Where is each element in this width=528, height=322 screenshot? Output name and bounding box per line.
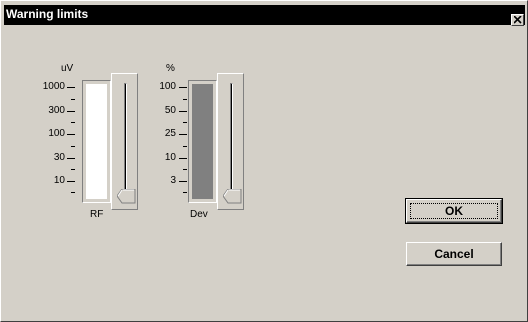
title-bar: Warning limits: [4, 5, 525, 25]
rf-caption: RF: [90, 209, 104, 220]
rf-major-tick: [67, 87, 75, 88]
rf-tick-label: 100: [48, 128, 65, 139]
rf-major-tick: [67, 111, 75, 112]
rf-major-tick: [67, 158, 75, 159]
rf-minor-tick: [71, 146, 75, 147]
rf-minor-tick: [71, 122, 75, 123]
dev-slider-thumb[interactable]: [223, 189, 242, 204]
dev-level-fill: [190, 82, 215, 201]
dev-minor-tick: [183, 99, 187, 100]
dev-unit-label: %: [166, 63, 175, 74]
rf-level-fill: [84, 82, 109, 201]
dev-limit-slider[interactable]: [217, 73, 244, 210]
rf-tick-label: 30: [53, 152, 65, 163]
dev-minor-tick: [183, 192, 187, 193]
dev-major-tick: [179, 111, 187, 112]
dev-tick-label: 10: [164, 152, 176, 163]
rf-minor-tick: [71, 99, 75, 100]
rf-slider-track: [124, 83, 127, 203]
rf-tick-label: 300: [48, 105, 65, 116]
ok-button-label: OK: [445, 204, 463, 218]
window-title: Warning limits: [6, 7, 89, 21]
warning-limits-dialog: Warning limits uV 1000 300 100 30 10 RF …: [0, 0, 528, 322]
cancel-button[interactable]: Cancel: [406, 242, 502, 266]
rf-limit-slider[interactable]: [111, 73, 138, 210]
dev-major-tick: [179, 181, 187, 182]
dev-major-tick: [179, 158, 187, 159]
rf-major-tick: [67, 134, 75, 135]
close-icon: [514, 16, 522, 24]
dev-major-tick: [179, 87, 187, 88]
dev-tick-label: 50: [164, 105, 176, 116]
rf-major-tick: [67, 181, 75, 182]
rf-minor-tick: [71, 192, 75, 193]
dev-caption: Dev: [190, 209, 208, 220]
dev-level-bar: [188, 80, 217, 203]
rf-tick-label: 10: [53, 175, 65, 186]
dev-minor-tick: [183, 122, 187, 123]
dev-minor-tick: [183, 146, 187, 147]
dev-major-tick: [179, 134, 187, 135]
rf-slider-thumb[interactable]: [117, 189, 136, 204]
dev-tick-label: 3: [170, 175, 176, 186]
dev-tick-label: 100: [159, 81, 176, 92]
dev-slider-track: [230, 83, 233, 203]
ok-button[interactable]: OK: [405, 198, 503, 224]
close-button[interactable]: [511, 14, 524, 26]
rf-tick-label: 1000: [42, 81, 65, 92]
dev-tick-label: 25: [164, 128, 176, 139]
rf-minor-tick: [71, 169, 75, 170]
rf-unit-label: uV: [61, 63, 74, 74]
dev-minor-tick: [183, 169, 187, 170]
cancel-button-label: Cancel: [434, 247, 474, 261]
rf-level-bar: [82, 80, 111, 203]
